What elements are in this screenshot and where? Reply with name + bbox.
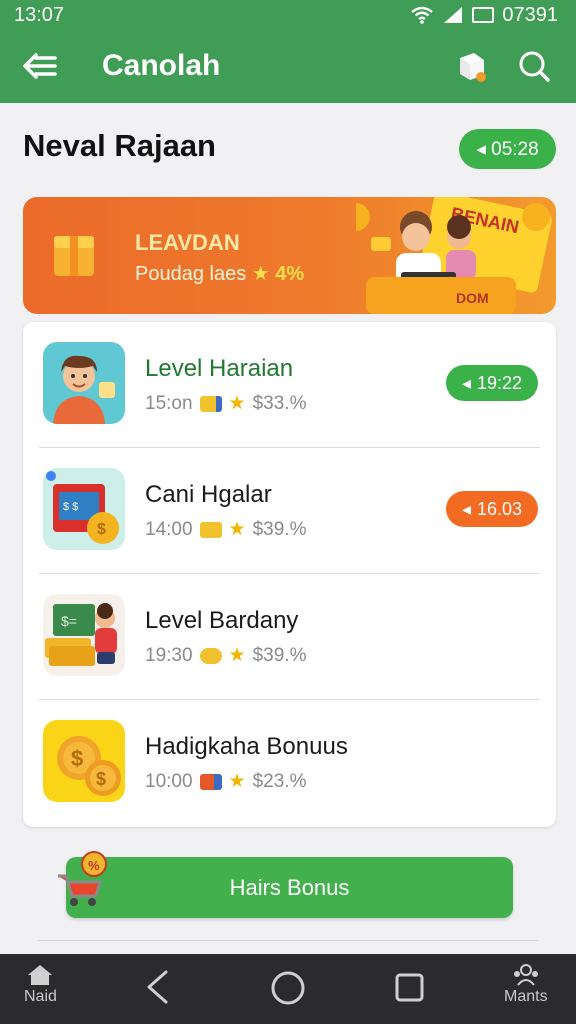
package-icon (54, 236, 94, 276)
nav-back[interactable] (144, 970, 172, 1004)
banner-illustration: BENAIN DOM (356, 197, 552, 314)
recents-icon (395, 973, 424, 1002)
ticket-icon (199, 395, 222, 412)
gift-box-icon (460, 53, 486, 82)
app-bar: Canolah (0, 38, 576, 94)
play-icon: ◂ (461, 498, 471, 519)
page-title: Neval Rajaan (23, 128, 216, 163)
nav-menu[interactable]: Mants (504, 964, 548, 1006)
gift-button[interactable] (452, 46, 492, 86)
item-time: 14:00 (145, 518, 193, 540)
status-bar: 13:07 07391 (0, 0, 576, 30)
bonus-button[interactable]: Hairs Bonus (66, 857, 513, 918)
banner-title: LEAVDAN (135, 230, 240, 255)
svg-text:$: $ (71, 746, 83, 771)
item-title: Cani Hgalar (145, 481, 272, 508)
coins-icon: $ $ (57, 736, 121, 796)
item-timer-badge[interactable]: ◂ 16.03 (446, 491, 538, 527)
wifi-icon (411, 6, 434, 24)
promo-banner[interactable]: LEAVDAN Poudag laes ★ 4% BENAIN DOM (23, 197, 556, 314)
back-button[interactable] (20, 46, 60, 86)
nav-home-button[interactable] (270, 970, 306, 1006)
banner-subtitle: Poudag laes ★ 4% (135, 261, 304, 286)
play-icon: ◂ (461, 372, 471, 393)
list-item[interactable]: $ $ Hadigkaha Bonuus 10:00 ★ $23.% (23, 700, 556, 826)
nav-recents[interactable] (394, 970, 426, 1002)
app-title: Canolah (102, 49, 221, 82)
money-stack-icon: $= (45, 603, 117, 666)
slot-machine-icon: $ $ $ (46, 471, 119, 544)
banner-art-text-2: DOM (456, 290, 489, 306)
list-item[interactable]: Level Haraian 15:on ★ $33.% ◂ 19:22 (23, 322, 556, 448)
shopping-cart-icon: % (58, 851, 107, 906)
ticket-icon (199, 773, 222, 790)
item-timer: 16.03 (477, 498, 523, 519)
star-icon: ★ (228, 393, 246, 414)
boy-avatar-icon (53, 355, 115, 424)
item-price: $33.% (252, 392, 307, 414)
folder-icon (199, 521, 222, 538)
timer-text: ◂ 05:28 (476, 138, 539, 160)
item-time: 15:on (145, 392, 193, 414)
star-icon: ★ (228, 771, 246, 792)
item-timer: 19:22 (477, 372, 523, 393)
nav-home-label: Naid (24, 988, 57, 1005)
svg-text:%: % (88, 858, 100, 873)
search-button[interactable] (514, 46, 554, 86)
signal-icon (444, 7, 463, 23)
list-item[interactable]: $= Level Bardany 19:30 ★ $39.% (23, 574, 556, 700)
item-meta: 15:on ★ $33.% (145, 392, 306, 415)
item-price: $23.% (252, 770, 307, 792)
item-time: 19:30 (145, 644, 193, 666)
svg-text:$: $ (96, 769, 106, 789)
divider (38, 940, 538, 941)
svg-text:$: $ (97, 521, 106, 538)
search-icon (519, 51, 550, 82)
item-time: 10:00 (145, 770, 193, 792)
item-price: $39.% (252, 518, 307, 540)
arrow-left-icon (23, 53, 57, 79)
home-icon (28, 965, 53, 985)
battery-icon (472, 7, 495, 23)
battery-text: 07391 (502, 3, 558, 26)
item-meta: 19:30 ★ $39.% (145, 644, 306, 667)
svg-text:$=: $= (61, 613, 77, 629)
app-header: 13:07 07391 Canolah (0, 0, 576, 103)
back-triangle-icon (147, 970, 168, 1004)
item-timer-badge[interactable]: ◂ 19:22 (446, 365, 538, 401)
list-item[interactable]: $ $ $ Cani Hgalar 14:00 ★ $39.% ◂ 16.03 (23, 448, 556, 574)
timer-badge[interactable]: ◂ 05:28 (459, 129, 556, 169)
item-meta: 10:00 ★ $23.% (145, 770, 306, 793)
star-icon: ★ (228, 645, 246, 666)
bottom-nav: Naid Mants (0, 954, 576, 1024)
star-icon: ★ (228, 519, 246, 540)
nav-home[interactable]: Naid (24, 964, 57, 1006)
game-thumbnail: $ $ (43, 720, 125, 802)
status-icons: 07391 (410, 4, 558, 27)
svg-text:$ $: $ $ (63, 501, 78, 513)
level-list: Level Haraian 15:on ★ $33.% ◂ 19:22 $ $ … (23, 322, 556, 827)
nav-menu-label: Mants (504, 988, 548, 1005)
item-title: Level Bardany (145, 607, 299, 634)
item-price: $39.% (252, 644, 307, 666)
item-meta: 14:00 ★ $39.% (145, 518, 306, 541)
banner-highlight-value: 4% (275, 263, 305, 285)
banner-highlight: ★ 4% (251, 263, 305, 285)
status-time: 13:07 (14, 3, 65, 26)
coin-icon (199, 647, 222, 664)
banner-subtitle-text: Poudag laes (135, 263, 247, 285)
game-thumbnail: $= (43, 594, 125, 676)
home-circle-icon (271, 971, 305, 1005)
item-title: Level Haraian (145, 355, 294, 382)
timer-value: 05:28 (491, 138, 539, 160)
avatar (43, 342, 125, 424)
item-title: Hadigkaha Bonuus (145, 733, 348, 760)
game-thumbnail: $ $ $ (43, 468, 125, 550)
people-icon (513, 964, 538, 986)
